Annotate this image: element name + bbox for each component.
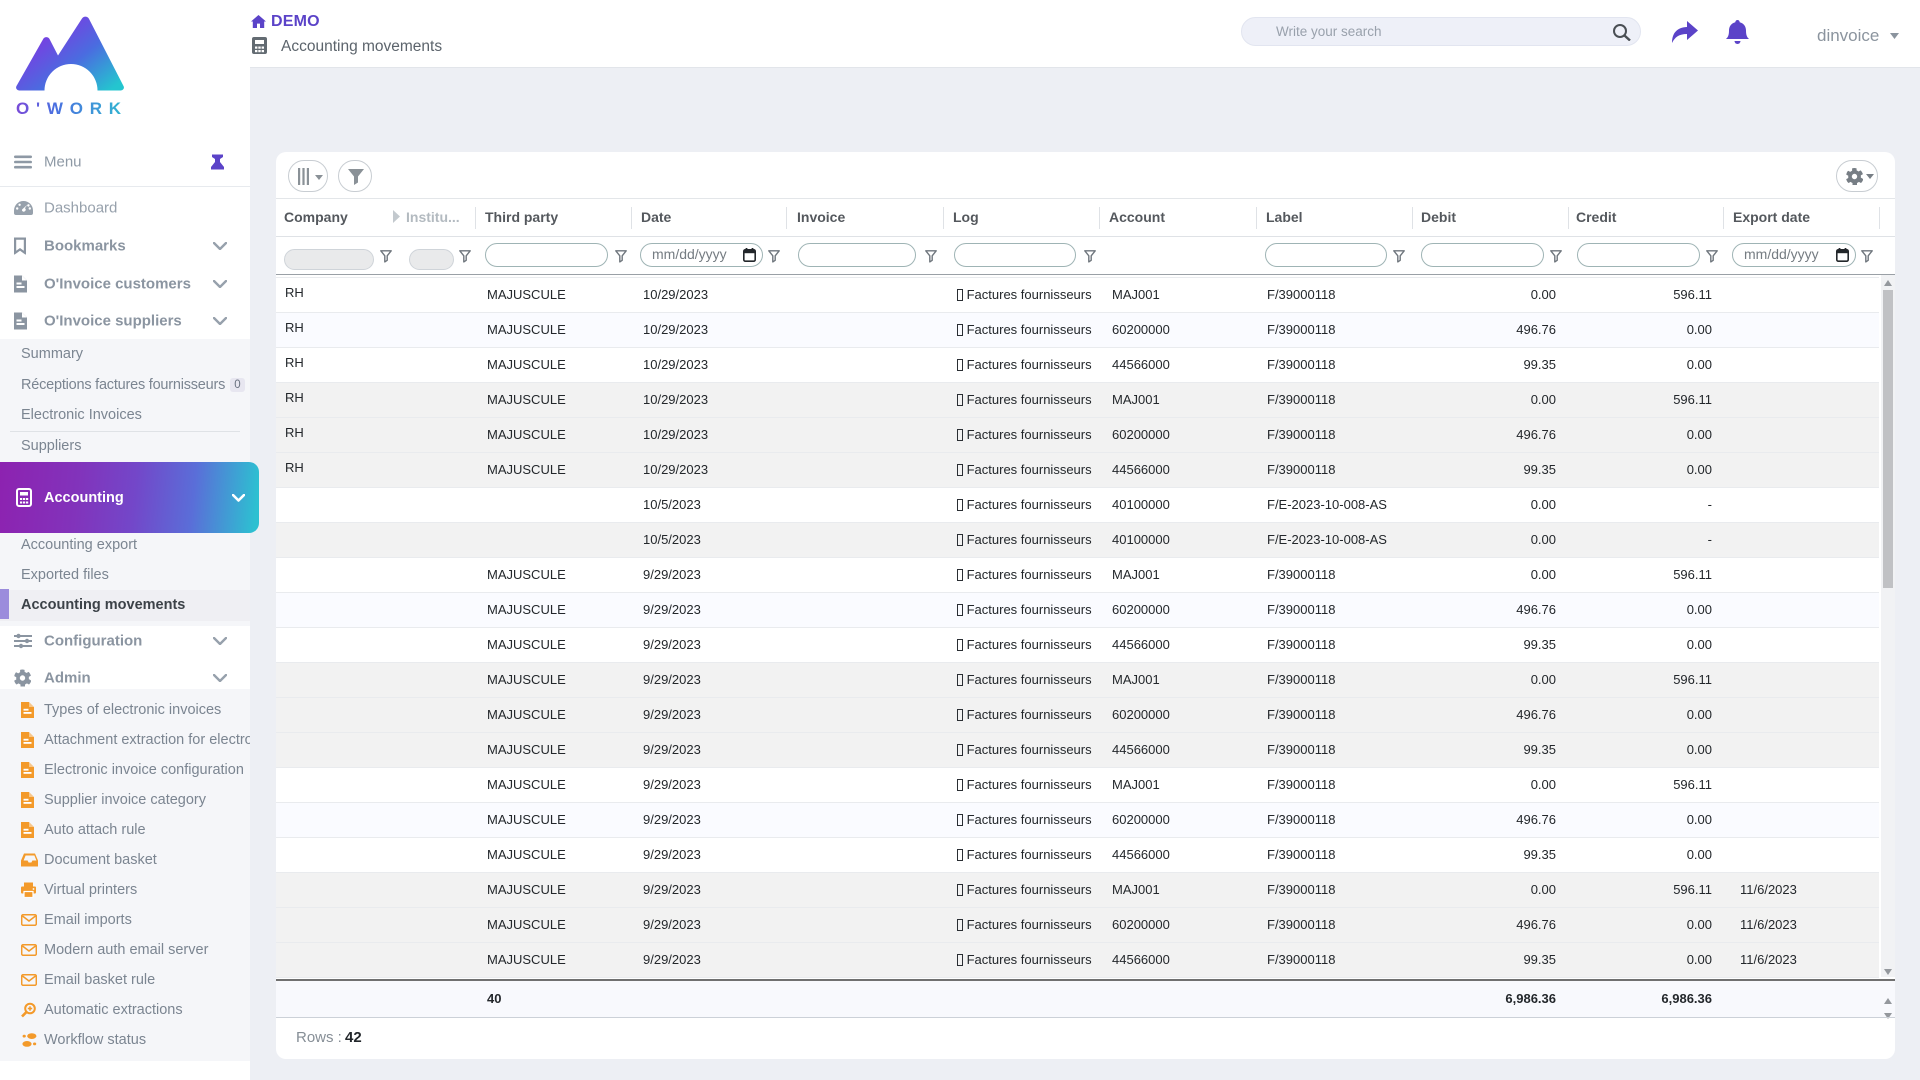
svg-text:O'WORK: O'WORK <box>16 99 126 114</box>
